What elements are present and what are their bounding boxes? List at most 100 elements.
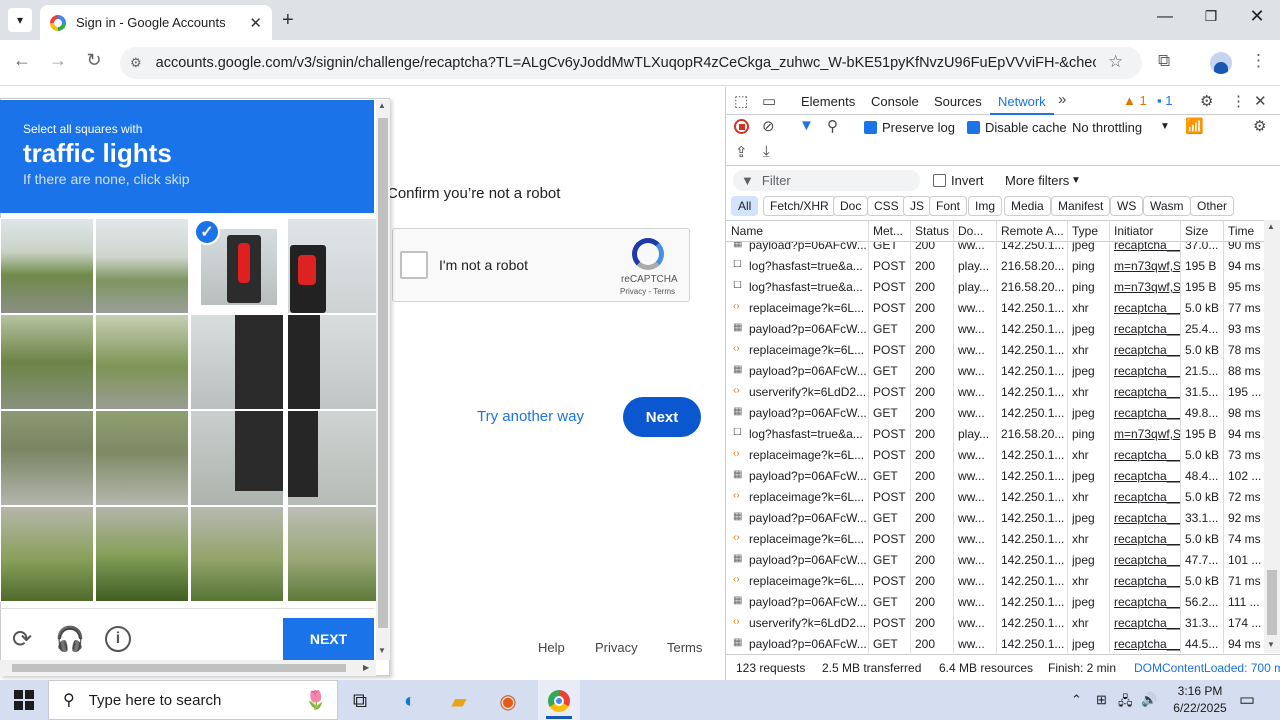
back-arrow-icon[interactable]: ←: [9, 50, 35, 71]
captcha-tile[interactable]: [288, 411, 380, 505]
network-request-row[interactable]: ‹› replaceimage?k=6L... POST 200 ww... 142.25…: [726, 444, 1264, 465]
network-request-row[interactable]: ▦ payload?p=06AFcW... GET 200 ww... 142.250.1…: [726, 465, 1264, 486]
new-tab-icon[interactable]: +: [282, 9, 294, 32]
cell-initiator[interactable]: recaptcha__e: [1114, 385, 1180, 399]
footer-help-link[interactable]: Help: [538, 640, 565, 655]
tab-close-icon[interactable]: ✕: [249, 14, 262, 32]
captcha-tile[interactable]: [191, 315, 283, 409]
popup-scroll-thumb[interactable]: [378, 118, 388, 628]
chip-css[interactable]: CSS: [867, 196, 906, 216]
chip-manifest[interactable]: Manifest: [1051, 196, 1111, 216]
network-request-row[interactable]: ▦ payload?p=06AFcW... GET 200 ww... 142.250.1…: [726, 242, 1264, 255]
chip-media[interactable]: Media: [1004, 196, 1051, 216]
cell-initiator[interactable]: m=n73qwf,S: [1114, 259, 1180, 273]
network-request-row[interactable]: ▦ payload?p=06AFcW... GET 200 ww... 142.250.1…: [726, 591, 1264, 612]
more-filters-dropdown[interactable]: More filters: [1005, 173, 1069, 188]
restore-icon[interactable]: ❐: [1196, 8, 1226, 25]
tab-search-button[interactable]: ▾: [8, 8, 32, 32]
captcha-tile[interactable]: [191, 411, 283, 505]
footer-terms-link[interactable]: Terms: [667, 640, 702, 655]
captcha-tile[interactable]: [1, 411, 93, 505]
throttling-chevron-icon[interactable]: ▼: [1160, 121, 1170, 132]
task-view-icon[interactable]: ⧉: [342, 686, 378, 716]
import-har-icon[interactable]: ⇪: [735, 143, 748, 161]
network-request-row[interactable]: ‹› replaceimage?k=6L... POST 200 ww... 142.25…: [726, 570, 1264, 591]
bookmark-star-icon[interactable]: ☆: [1108, 52, 1123, 72]
chip-wasm[interactable]: Wasm: [1143, 196, 1191, 216]
captcha-tile[interactable]: [96, 219, 188, 313]
col-size[interactable]: Size: [1185, 224, 1208, 238]
tab-network[interactable]: Network: [998, 94, 1046, 109]
network-scroll-thumb[interactable]: [1267, 570, 1277, 635]
popup-hscroll-thumb[interactable]: [12, 664, 346, 672]
more-filters-chevron-icon[interactable]: ▼: [1071, 175, 1081, 186]
site-info-icon[interactable]: ⚙: [130, 55, 142, 71]
cell-initiator[interactable]: m=n73qwf,S: [1114, 280, 1180, 294]
col-method[interactable]: Met...: [873, 224, 903, 238]
captcha-tile[interactable]: [96, 507, 188, 601]
cell-initiator[interactable]: recaptcha__e: [1114, 242, 1180, 252]
cell-initiator[interactable]: recaptcha__e: [1114, 364, 1180, 378]
filter-funnel-icon[interactable]: ▼: [799, 117, 814, 134]
chip-all[interactable]: All: [731, 196, 759, 216]
inspect-element-icon[interactable]: ⬚: [734, 92, 748, 110]
clear-icon[interactable]: ⊘: [762, 117, 775, 135]
network-request-row[interactable]: ☐ log?hasfast=true&a... POST 200 play... 216.…: [726, 276, 1264, 297]
warnings-badge[interactable]: ▲ 1: [1123, 93, 1147, 108]
cell-initiator[interactable]: recaptcha__e: [1114, 301, 1180, 315]
info-icon[interactable]: i: [103, 624, 133, 654]
captcha-tile[interactable]: [1, 507, 93, 601]
cell-initiator[interactable]: recaptcha__e: [1114, 511, 1180, 525]
captcha-tile[interactable]: [288, 315, 380, 409]
cell-initiator[interactable]: recaptcha__e: [1114, 406, 1180, 420]
network-request-row[interactable]: ▦ payload?p=06AFcW... GET 200 ww... 142.250.1…: [726, 549, 1264, 570]
tab-console[interactable]: Console: [871, 94, 919, 109]
browser-menu-icon[interactable]: ⋮: [1250, 51, 1267, 71]
col-initiator[interactable]: Initiator: [1114, 224, 1153, 238]
edge-browser-icon[interactable]: ◐: [392, 686, 428, 716]
network-request-row[interactable]: ▦ payload?p=06AFcW... GET 200 ww... 142.250.1…: [726, 633, 1264, 653]
tab-elements[interactable]: Elements: [801, 94, 855, 109]
close-window-icon[interactable]: ✕: [1242, 6, 1272, 27]
messages-badge[interactable]: ▪ 1: [1157, 93, 1172, 108]
extensions-puzzle-icon[interactable]: ⧉: [1158, 51, 1170, 71]
col-status[interactable]: Status: [915, 224, 949, 238]
try-another-way-link[interactable]: Try another way: [477, 408, 584, 425]
preserve-log-checkbox[interactable]: [864, 121, 877, 134]
footer-privacy-link[interactable]: Privacy: [595, 640, 638, 655]
network-request-row[interactable]: ‹› replaceimage?k=6L... POST 200 ww... 142.25…: [726, 339, 1264, 360]
address-bar[interactable]: ⚙ accounts.google.com/v3/signin/challeng…: [120, 47, 1142, 79]
cell-initiator[interactable]: recaptcha__e: [1114, 574, 1180, 588]
captcha-tile[interactable]: [1, 315, 93, 409]
settings-gear-icon[interactable]: ⚙: [1200, 92, 1213, 110]
recaptcha-checkbox[interactable]: [400, 251, 428, 279]
chip-ws[interactable]: WS: [1110, 196, 1144, 216]
throttling-select[interactable]: No throttling: [1072, 120, 1142, 135]
invert-checkbox[interactable]: [933, 174, 946, 187]
cell-initiator[interactable]: recaptcha__e: [1114, 553, 1180, 567]
reload-icon[interactable]: ↻: [81, 50, 107, 71]
profile-avatar-icon[interactable]: [1210, 52, 1232, 74]
cell-initiator[interactable]: recaptcha__e: [1114, 469, 1180, 483]
network-request-row[interactable]: ‹› replaceimage?k=6L... POST 200 ww... 142.25…: [726, 486, 1264, 507]
cell-initiator[interactable]: recaptcha__e: [1114, 637, 1180, 651]
captcha-tile[interactable]: [96, 315, 188, 409]
chrome-taskbar-icon[interactable]: [541, 686, 577, 716]
network-request-row[interactable]: ☐ log?hasfast=true&a... POST 200 play... 216.…: [726, 423, 1264, 444]
notification-center-icon[interactable]: ▭: [1239, 690, 1255, 710]
cell-initiator[interactable]: recaptcha__e: [1114, 490, 1180, 504]
reload-icon[interactable]: ⟳: [7, 624, 37, 654]
tab-sources[interactable]: Sources: [934, 94, 982, 109]
chip-doc[interactable]: Doc: [833, 196, 869, 216]
cell-initiator[interactable]: recaptcha__e: [1114, 616, 1180, 630]
device-toolbar-icon[interactable]: ▭: [762, 92, 776, 110]
network-request-row[interactable]: ▦ payload?p=06AFcW... GET 200 ww... 142.250.1…: [726, 318, 1264, 339]
tray-device-icon[interactable]: ⊞: [1096, 692, 1107, 708]
col-domain[interactable]: Do...: [958, 224, 983, 238]
network-request-row[interactable]: ‹› userverify?k=6LdD2... POST 200 ww... 142.2…: [726, 381, 1264, 402]
devtools-menu-icon[interactable]: ⋮: [1231, 92, 1246, 110]
recaptcha-privacy-link[interactable]: Privacy: [620, 287, 646, 296]
cell-initiator[interactable]: recaptcha__e: [1114, 343, 1180, 357]
network-request-row[interactable]: ‹› replaceimage?k=6L... POST 200 ww... 142.25…: [726, 528, 1264, 549]
chip-fetch-xhr[interactable]: Fetch/XHR: [763, 196, 836, 216]
